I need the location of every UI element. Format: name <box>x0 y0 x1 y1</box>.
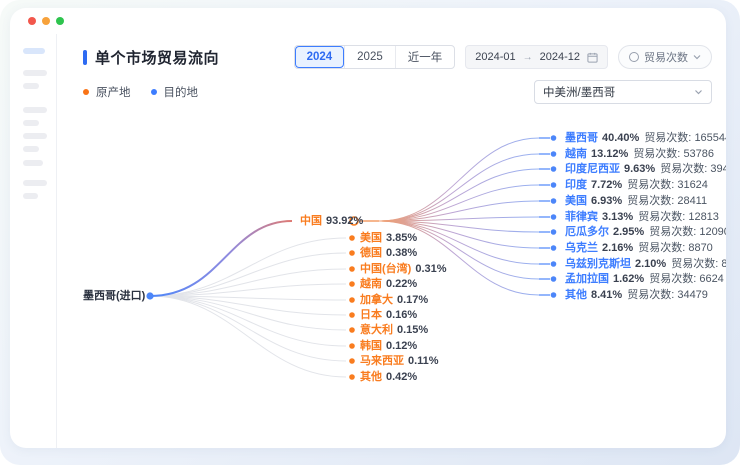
origin-row[interactable]: 美国3.85% <box>360 230 417 246</box>
destination-row[interactable]: 乌兹别克斯坦2.10%贸易次数: 8625 <box>565 256 726 272</box>
sidebar-nav <box>10 34 57 448</box>
sidebar-item-placeholder <box>23 180 47 186</box>
minimize-window-icon[interactable] <box>42 17 50 25</box>
destination-row[interactable]: 墨西哥40.40%贸易次数: 165544 <box>565 130 726 146</box>
destination-stubs <box>539 138 550 295</box>
tab-recent-year[interactable]: 近一年 <box>395 46 455 68</box>
metric-select[interactable]: 贸易次数 <box>618 45 712 69</box>
origin-row[interactable]: 日本0.16% <box>360 307 417 323</box>
destination-row[interactable]: 印度7.72%贸易次数: 31624 <box>565 177 708 193</box>
tab-2025[interactable]: 2025 <box>344 46 395 68</box>
date-range-picker[interactable]: 2024-01 → 2024-12 <box>465 45 608 69</box>
destination-row[interactable]: 乌克兰2.16%贸易次数: 8870 <box>565 240 713 256</box>
maximize-window-icon[interactable] <box>56 17 64 25</box>
destination-dot-icon <box>151 89 157 95</box>
sidebar-item-placeholder <box>23 48 45 54</box>
title-accent-bar <box>83 50 87 65</box>
origin-row[interactable]: 韩国0.12% <box>360 338 417 354</box>
tab-2024[interactable]: 2024 <box>295 46 345 68</box>
origin-row[interactable]: 中国(台湾)0.31% <box>360 261 447 277</box>
chevron-down-icon <box>693 54 701 60</box>
legend-origin-label: 原产地 <box>96 84 131 100</box>
origin-row[interactable]: 其他0.42% <box>360 369 417 385</box>
destination-row[interactable]: 美国6.93%贸易次数: 28411 <box>565 193 707 209</box>
sidebar-item-placeholder <box>23 83 39 89</box>
region-select[interactable]: 中美洲/墨西哥 <box>534 80 712 104</box>
year-tab-group: 2024 2025 近一年 <box>294 45 456 69</box>
legend-item-origin[interactable]: 原产地 <box>83 84 131 100</box>
destination-row[interactable]: 越南13.12%贸易次数: 53786 <box>565 146 714 162</box>
legend-destination-label: 目的地 <box>164 84 199 100</box>
origin-row[interactable]: 德国0.38% <box>360 245 417 261</box>
origin-dot-icon <box>83 89 89 95</box>
sidebar-item-placeholder <box>23 160 43 166</box>
page-background: 单个市场贸易流向 2024 2025 近一年 2024-01 → 2024-12 <box>0 0 740 465</box>
destination-row[interactable]: 孟加拉国1.62%贸易次数: 6624 <box>565 271 724 287</box>
chevron-down-icon <box>694 89 703 95</box>
page-title: 单个市场贸易流向 <box>95 47 219 68</box>
date-range-arrow-icon: → <box>523 52 533 63</box>
destination-node-dots <box>551 135 557 298</box>
calendar-icon <box>587 52 598 63</box>
close-window-icon[interactable] <box>28 17 36 25</box>
date-start-value: 2024-01 <box>475 51 515 63</box>
origin-row[interactable]: 加拿大0.17% <box>360 292 428 308</box>
sidebar-item-placeholder <box>23 146 39 152</box>
origin-row[interactable]: 意大利0.15% <box>360 322 428 338</box>
root-node-label[interactable]: 墨西哥(进口) <box>83 288 145 304</box>
metric-info-icon <box>629 52 639 62</box>
metric-value: 贸易次数 <box>644 49 688 65</box>
origin-links <box>150 238 346 377</box>
china-hub-label[interactable]: 中国93.92% <box>300 213 363 229</box>
destination-row[interactable]: 菲律宾3.13%贸易次数: 12813 <box>565 209 719 225</box>
sidebar-item-placeholder <box>23 107 47 113</box>
sidebar-item-placeholder <box>23 70 47 76</box>
destination-row[interactable]: 其他8.41%贸易次数: 34479 <box>565 287 708 303</box>
window-titlebar <box>10 8 726 34</box>
sidebar-item-placeholder <box>23 193 38 199</box>
root-node-dot[interactable] <box>146 292 153 299</box>
origin-row[interactable]: 马来西亚0.11% <box>360 353 439 369</box>
region-select-value: 中美洲/墨西哥 <box>543 84 615 100</box>
legend-item-destination[interactable]: 目的地 <box>151 84 199 100</box>
destination-row[interactable]: 印度尼西亚9.63%贸易次数: 39466 <box>565 161 726 177</box>
origin-row[interactable]: 越南0.22% <box>360 276 417 292</box>
date-end-value: 2024-12 <box>540 51 580 63</box>
app-window: 单个市场贸易流向 2024 2025 近一年 2024-01 → 2024-12 <box>10 8 726 448</box>
destination-row[interactable]: 厄瓜多尔2.95%贸易次数: 12090 <box>565 224 726 240</box>
trade-flow-chart: 墨西哥(进口) 中国93.92% 美国3.85% 德国0.38% 中国(台湾)0… <box>83 117 712 409</box>
sidebar-item-placeholder <box>23 133 47 139</box>
sidebar-item-placeholder <box>23 120 39 126</box>
chart-legend: 原产地 目的地 <box>83 84 198 100</box>
origin-node-dots <box>349 235 355 380</box>
